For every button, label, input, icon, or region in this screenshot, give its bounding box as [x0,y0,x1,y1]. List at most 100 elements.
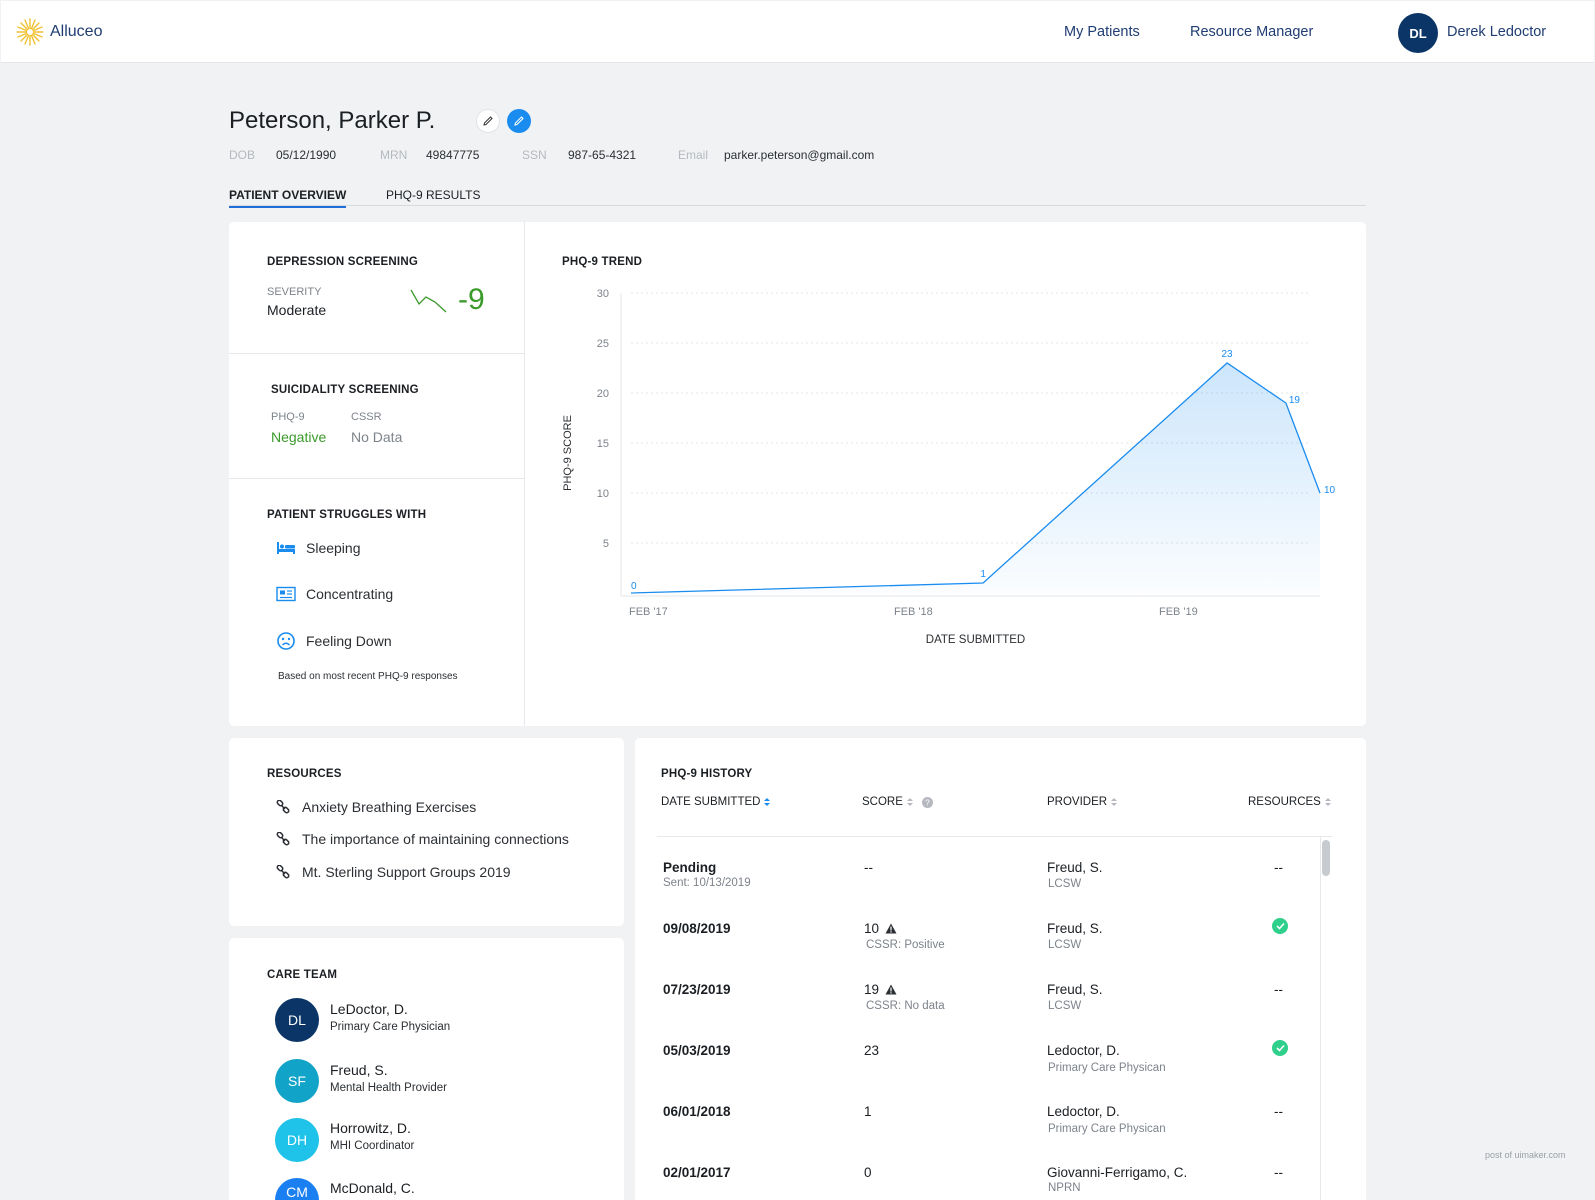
user-name[interactable]: Derek Ledoctor [1447,24,1546,40]
nav-my-patients[interactable]: My Patients [1064,24,1140,40]
series-area [631,363,1320,593]
row-provider-role: LCSW [1048,1000,1082,1012]
row-resources: -- [1274,1104,1283,1119]
care-team-member-name[interactable]: LeDoctor, D. [330,1001,408,1017]
resource-label: Anxiety Breathing Exercises [302,799,477,815]
row-score: 0 [864,1165,872,1180]
resources-title: RESOURCES [267,768,342,780]
suicidality-screening-title: SUICIDALITY SCREENING [271,384,419,396]
row-score: -- [864,860,873,875]
severity-value: Moderate [267,302,327,318]
bed-icon [277,542,295,554]
y-tick-label: 30 [597,288,609,300]
column-header-resources[interactable]: RESOURCES [1248,796,1332,808]
resource-link[interactable]: Mt. Sterling Support Groups 2019 [276,864,511,880]
warning-icon [885,984,897,995]
data-label: 10 [1324,485,1336,496]
phq9-label: PHQ-9 [271,411,305,423]
brand-name: Alluceo [50,23,103,40]
phq9-status: Negative [271,429,327,445]
overview-section-divider [229,478,524,479]
brand-logo[interactable]: Alluceo [15,17,102,47]
x-tick-label: FEB '18 [894,606,933,618]
tab-divider [229,205,1366,206]
watermark: post of uimaker.com [1485,1150,1566,1160]
edit-primary-button[interactable] [507,109,531,133]
struggle-item: Concentrating [276,586,393,602]
cssr-label: CSSR [351,411,382,423]
pencil-icon [483,116,493,126]
email-label: Email [678,148,709,162]
email-value: parker.peterson@gmail.com [724,148,875,162]
struggle-label: Feeling Down [306,633,392,649]
resource-sent-check-icon[interactable] [1272,918,1288,934]
mrn-label: MRN [380,148,408,162]
row-score: 10 [864,921,897,936]
column-header-provider[interactable]: PROVIDER [1047,796,1118,808]
link-icon [276,800,290,814]
history-scrollbar-thumb[interactable] [1322,840,1330,876]
struggle-item: Sleeping [276,540,361,556]
resource-label: Mt. Sterling Support Groups 2019 [302,864,511,880]
care-team-member-name[interactable]: Freud, S. [330,1062,388,1078]
dob-value: 05/12/1990 [276,148,337,162]
data-label: 1 [980,569,986,580]
row-score-sub: CSSR: No data [866,1000,945,1012]
struggle-label: Concentrating [306,586,394,602]
row-date-sub: Sent: 10/13/2019 [663,877,751,889]
row-provider-role: Primary Care Physican [1048,1123,1166,1135]
column-header-date[interactable]: DATE SUBMITTED [661,796,771,808]
avatar[interactable]: SF [275,1059,319,1103]
care-team-member-name[interactable]: Horrowitz, D. [330,1120,411,1136]
history-scrollbar[interactable] [1320,836,1331,1200]
row-score-sub: CSSR: Positive [866,939,945,951]
resource-link[interactable]: Anxiety Breathing Exercises [276,799,476,815]
row-date: 02/01/2017 [663,1165,731,1180]
resource-label: The importance of maintaining connection… [302,831,569,847]
tab-phq9-results[interactable]: PHQ-9 RESULTS [386,188,480,206]
avatar[interactable]: DL [275,998,319,1042]
depression-screening-title: DEPRESSION SCREENING [267,256,418,268]
phq9-history-title: PHQ-9 HISTORY [661,768,753,780]
cssr-status: No Data [351,429,403,445]
sort-icon [906,798,913,806]
sort-icon [764,798,771,806]
care-team-member-role: MHI Coordinator [330,1140,415,1152]
top-navigation-bar: Alluceo My Patients Resource Manager DL … [1,1,1594,63]
y-tick-label: 10 [597,488,609,500]
row-provider: Freud, S. [1047,982,1103,997]
overview-section-divider [229,353,524,354]
care-team-member-name[interactable]: McDonald, C. [330,1180,415,1196]
struggles-note: Based on most recent PHQ-9 responses [278,671,458,682]
nav-resource-manager[interactable]: Resource Manager [1190,24,1313,40]
row-date: 09/08/2019 [663,921,731,936]
avatar[interactable]: DH [275,1118,319,1162]
ssn-label: SSN [522,148,547,162]
data-label: 23 [1222,349,1234,360]
svg-text:?: ? [925,798,930,807]
row-score-value: 10 [864,921,880,936]
row-date: 07/23/2019 [663,982,731,997]
severity-label: SEVERITY [267,286,322,298]
resource-sent-check-icon[interactable] [1272,1040,1288,1056]
row-score-value: 0 [864,1165,872,1180]
row-provider-role: Primary Care Physican [1048,1062,1166,1074]
edit-button[interactable] [476,109,500,133]
resource-link[interactable]: The importance of maintaining connection… [276,831,569,847]
warning-icon [885,923,897,934]
row-score-value: 19 [864,982,880,997]
y-tick-label: 20 [597,388,609,400]
y-tick-label: 25 [597,338,609,350]
x-tick-label: FEB '17 [629,606,668,618]
user-avatar[interactable]: DL [1398,13,1438,53]
column-header-score[interactable]: SCORE ? [862,796,933,808]
table-header-divider [657,836,1332,837]
row-provider: Giovanni-Ferrigamo, C. [1047,1165,1188,1180]
row-score: 19 [864,982,897,997]
dob-label: DOB [229,148,256,162]
column-header-label: DATE SUBMITTED [661,796,761,808]
help-icon[interactable]: ? [921,796,933,808]
patient-name: Peterson, Parker P. [229,107,436,134]
phq9-trend-title: PHQ-9 TREND [562,256,643,268]
sort-icon [1111,798,1118,806]
